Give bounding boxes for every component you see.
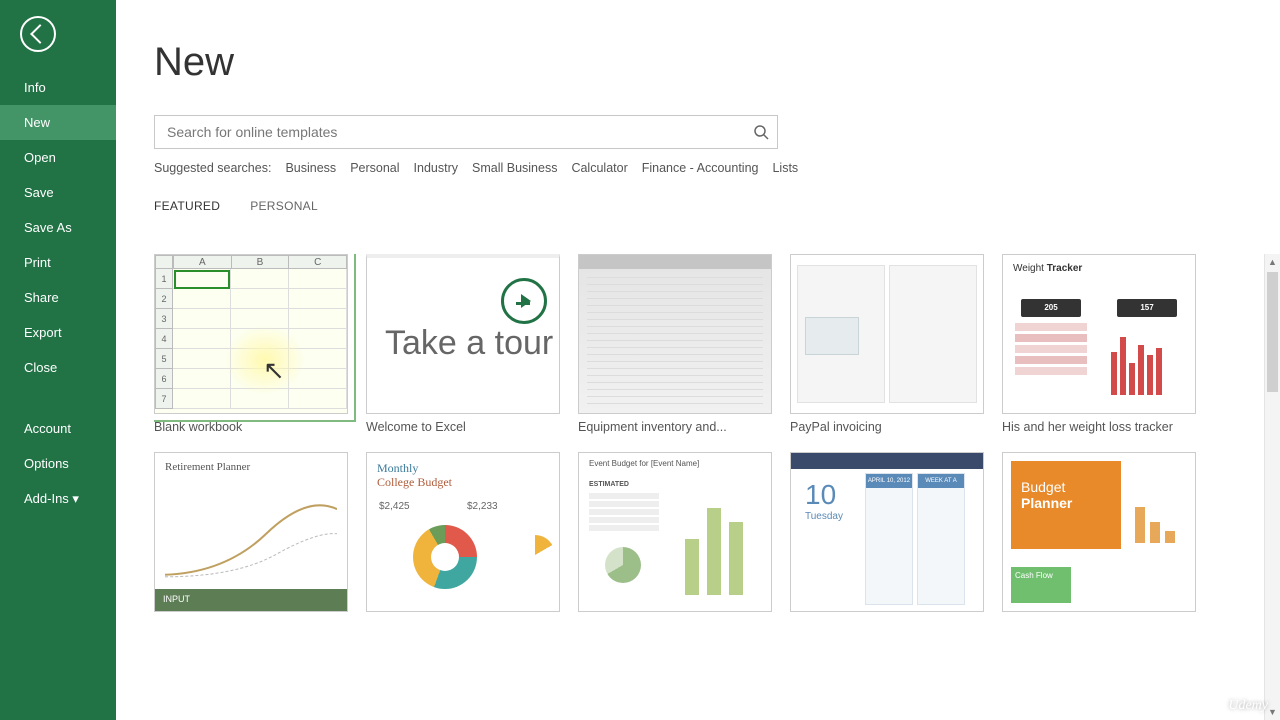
suggested-label: Suggested searches: bbox=[154, 161, 271, 175]
nav-close[interactable]: Close bbox=[0, 350, 116, 385]
weekly-thumb: 10 Tuesday APRIL 10, 2012 WEEK AT A bbox=[790, 452, 984, 612]
template-weekly-planner[interactable]: 10 Tuesday APRIL 10, 2012 WEEK AT A bbox=[790, 452, 984, 612]
blank-workbook-thumb: A B C 1 2 3 4 5 6 7 ↖ bbox=[154, 254, 348, 414]
template-label: PayPal invoicing bbox=[790, 420, 984, 434]
nav-account[interactable]: Account bbox=[0, 411, 116, 446]
nav-new[interactable]: New bbox=[0, 105, 116, 140]
college-thumb: Monthly College Budget $2,425 $2,233 bbox=[366, 452, 560, 612]
suggested-personal[interactable]: Personal bbox=[350, 161, 399, 175]
suggested-finance[interactable]: Finance - Accounting bbox=[642, 161, 759, 175]
page-title: New bbox=[154, 40, 1280, 85]
nav-print[interactable]: Print bbox=[0, 245, 116, 280]
template-label: Equipment inventory and... bbox=[578, 420, 772, 434]
suggested-industry[interactable]: Industry bbox=[414, 161, 458, 175]
template-grid: A B C 1 2 3 4 5 6 7 ↖ Blank workbook bbox=[154, 254, 1260, 612]
main-panel: New Suggested searches: Business Persona… bbox=[116, 0, 1280, 720]
equipment-thumb bbox=[578, 254, 772, 414]
suggested-business[interactable]: Business bbox=[285, 161, 336, 175]
weight-thumb: Weight Tracker 205 157 bbox=[1002, 254, 1196, 414]
suggested-calculator[interactable]: Calculator bbox=[571, 161, 627, 175]
scroll-thumb[interactable] bbox=[1267, 272, 1278, 392]
suggested-searches: Suggested searches: Business Personal In… bbox=[154, 161, 1280, 175]
tour-thumb: Take a tour bbox=[366, 254, 560, 414]
back-button[interactable] bbox=[20, 16, 56, 52]
template-blank-workbook[interactable]: A B C 1 2 3 4 5 6 7 ↖ Blank workbook bbox=[154, 254, 348, 434]
budget-thumb: BudgetPlanner Cash Flow bbox=[1002, 452, 1196, 612]
event-thumb: Event Budget for [Event Name] ESTIMATED bbox=[578, 452, 772, 612]
nav-info[interactable]: Info bbox=[0, 70, 116, 105]
back-arrow-icon bbox=[30, 24, 50, 44]
nav-save[interactable]: Save bbox=[0, 175, 116, 210]
nav-save-as[interactable]: Save As bbox=[0, 210, 116, 245]
template-tabs: FEATURED PERSONAL bbox=[154, 199, 1280, 213]
template-search[interactable] bbox=[154, 115, 778, 149]
vertical-scrollbar[interactable]: ▲ ▼ bbox=[1264, 254, 1280, 720]
paypal-thumb bbox=[790, 254, 984, 414]
nav-options[interactable]: Options bbox=[0, 446, 116, 481]
template-paypal-invoicing[interactable]: PayPal invoicing bbox=[790, 254, 984, 434]
search-icon[interactable] bbox=[753, 124, 769, 140]
template-budget-planner[interactable]: BudgetPlanner Cash Flow bbox=[1002, 452, 1196, 612]
template-label: Blank workbook bbox=[154, 420, 348, 434]
backstage-sidebar: Info New Open Save Save As Print Share E… bbox=[0, 0, 116, 720]
template-weight-tracker[interactable]: Weight Tracker 205 157 His and her weigh… bbox=[1002, 254, 1196, 434]
template-college-budget[interactable]: Monthly College Budget $2,425 $2,233 bbox=[366, 452, 560, 612]
template-equipment-inventory[interactable]: Equipment inventory and... bbox=[578, 254, 772, 434]
tour-text: Take a tour bbox=[385, 326, 553, 362]
watermark: Udemy bbox=[1228, 698, 1268, 714]
search-input[interactable] bbox=[167, 124, 753, 140]
nav-open[interactable]: Open bbox=[0, 140, 116, 175]
template-event-budget[interactable]: Event Budget for [Event Name] ESTIMATED bbox=[578, 452, 772, 612]
template-label: Welcome to Excel bbox=[366, 420, 560, 434]
template-retirement-planner[interactable]: Retirement Planner INPUT bbox=[154, 452, 348, 612]
tour-arrow-icon bbox=[501, 278, 547, 324]
suggested-lists[interactable]: Lists bbox=[772, 161, 798, 175]
nav-addins[interactable]: Add-Ins ▾ bbox=[0, 481, 116, 517]
suggested-small-business[interactable]: Small Business bbox=[472, 161, 557, 175]
scroll-up-icon[interactable]: ▲ bbox=[1265, 254, 1280, 270]
tab-personal[interactable]: PERSONAL bbox=[250, 199, 318, 213]
nav-share[interactable]: Share bbox=[0, 280, 116, 315]
template-label: His and her weight loss tracker bbox=[1002, 420, 1196, 434]
cursor-icon: ↖ bbox=[263, 355, 285, 386]
template-grid-scroll: A B C 1 2 3 4 5 6 7 ↖ Blank workbook bbox=[154, 254, 1260, 720]
template-welcome[interactable]: Take a tour Welcome to Excel bbox=[366, 254, 560, 434]
nav-export[interactable]: Export bbox=[0, 315, 116, 350]
retirement-thumb: Retirement Planner INPUT bbox=[154, 452, 348, 612]
tab-featured[interactable]: FEATURED bbox=[154, 199, 220, 213]
